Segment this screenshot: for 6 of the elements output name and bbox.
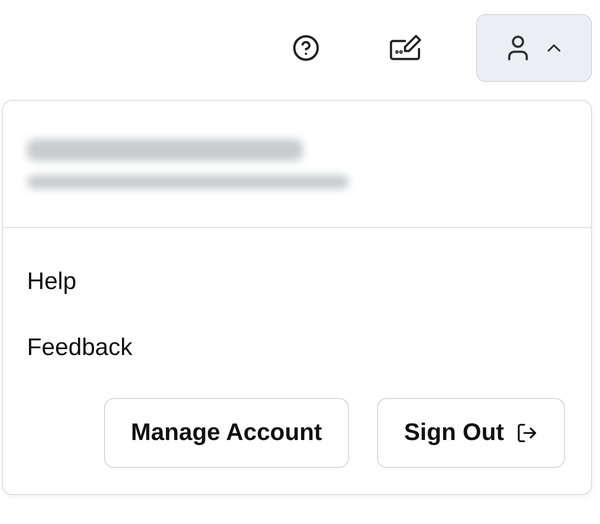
sign-out-icon [516, 422, 538, 444]
manage-account-button[interactable]: Manage Account [104, 398, 350, 468]
sign-out-button[interactable]: Sign Out [377, 398, 565, 468]
menu-item[interactable]: Help [27, 268, 591, 296]
menu-item[interactable]: Feedback [27, 334, 591, 362]
account-button[interactable] [476, 14, 592, 82]
